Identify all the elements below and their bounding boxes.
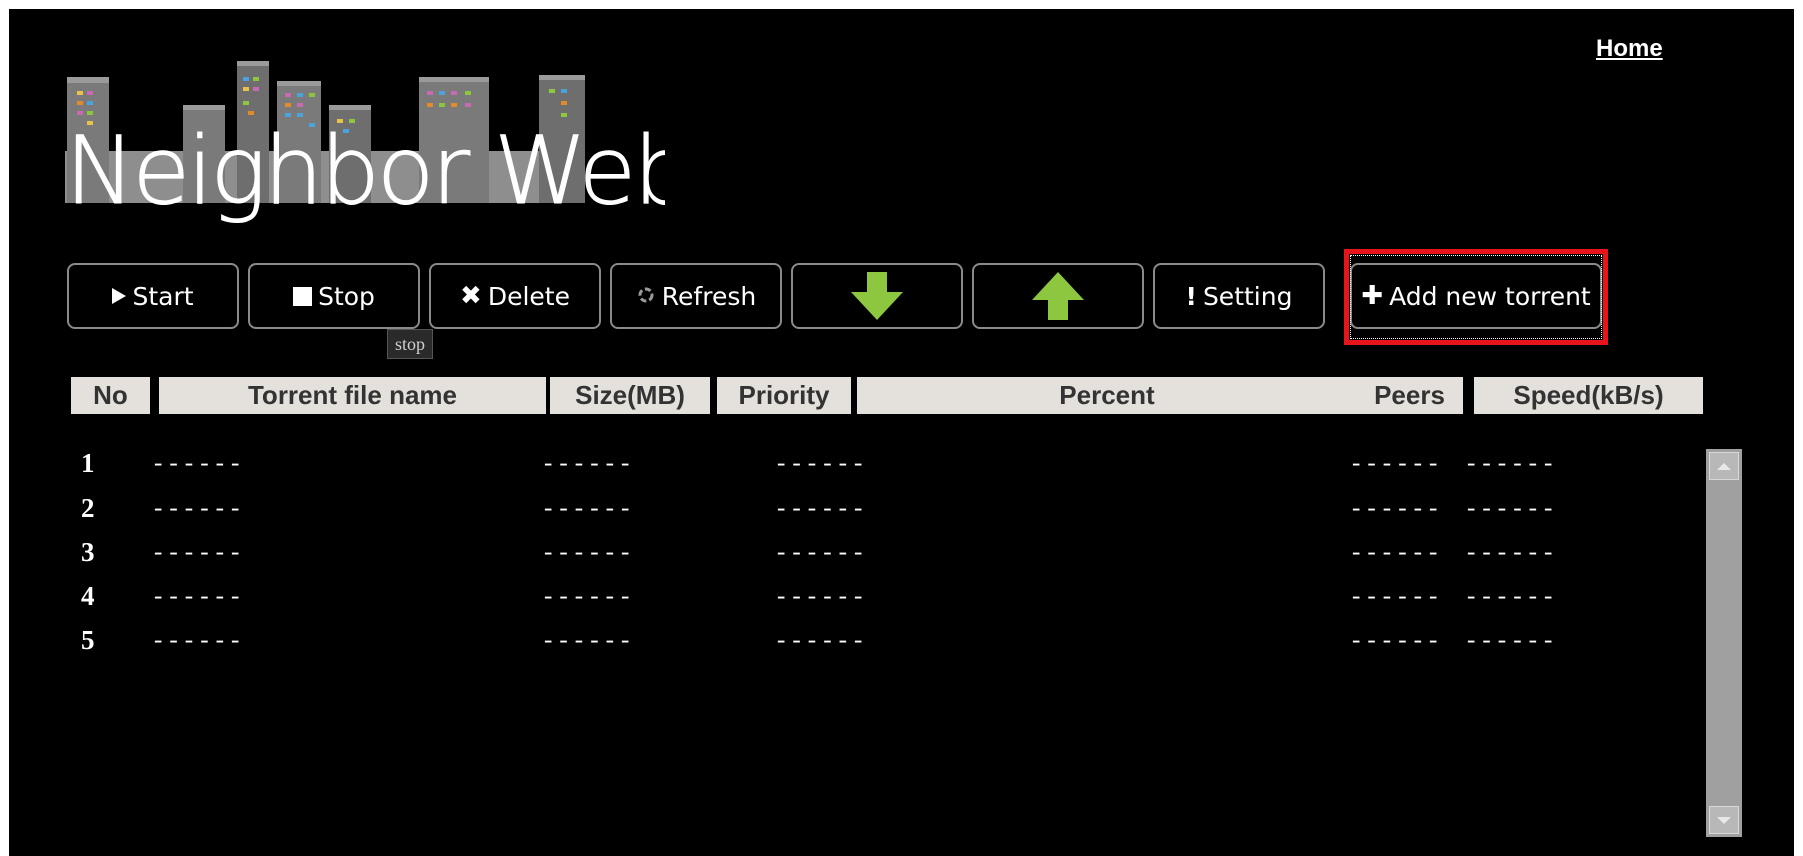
column-header-no: No (71, 377, 150, 414)
chevron-up-icon (1717, 462, 1731, 470)
row-peers: ------ (1349, 452, 1442, 479)
stop-tooltip: stop (387, 329, 433, 359)
row-speed: ------ (1464, 585, 1557, 612)
row-name: ------ (151, 629, 244, 656)
start-button[interactable]: Start (67, 263, 239, 329)
scroll-down-button[interactable] (1709, 806, 1739, 834)
setting-button[interactable]: ! Setting (1153, 263, 1325, 329)
stop-button[interactable]: Stop (248, 263, 420, 329)
neighbor-web-logo: Neighbor Web (65, 61, 665, 227)
arrow-down-icon (851, 272, 903, 320)
exclamation-icon: ! (1185, 281, 1197, 311)
row-peers: ------ (1349, 497, 1442, 524)
row-number: 2 (81, 493, 95, 523)
logo-text: Neighbor Web (65, 117, 665, 226)
scroll-track[interactable] (1706, 485, 1742, 801)
row-speed: ------ (1464, 541, 1557, 568)
row-peers: ------ (1349, 585, 1442, 612)
row-speed: ------ (1464, 629, 1557, 656)
move-down-button[interactable] (791, 263, 963, 329)
scroll-up-button[interactable] (1709, 452, 1739, 480)
row-peers: ------ (1349, 541, 1442, 568)
row-peers: ------ (1349, 629, 1442, 656)
column-header-peers: Peers (1356, 377, 1463, 414)
row-name: ------ (151, 497, 244, 524)
row-number: 1 (81, 448, 95, 478)
row-speed: ------ (1464, 452, 1557, 479)
row-size: ------ (541, 497, 634, 524)
arrow-up-icon (1032, 272, 1084, 320)
column-header-name: Torrent file name (159, 377, 546, 414)
delete-icon: ✖ (460, 281, 482, 311)
row-number: 3 (81, 537, 95, 567)
row-priority: ------ (774, 541, 867, 568)
row-number: 4 (81, 581, 95, 611)
home-link[interactable]: Home (1596, 35, 1663, 63)
chevron-down-icon (1717, 816, 1731, 824)
row-size: ------ (541, 629, 634, 656)
row-priority: ------ (774, 497, 867, 524)
row-priority: ------ (774, 629, 867, 656)
row-size: ------ (541, 585, 634, 612)
highlight-box (1344, 249, 1608, 345)
column-header-speed: Speed(kB/s) (1474, 377, 1703, 414)
row-speed: ------ (1464, 497, 1557, 524)
app-frame: Home Neighbor Web Start Stop ✖ Delete Re… (9, 9, 1794, 856)
row-name: ------ (151, 541, 244, 568)
play-icon (112, 288, 127, 304)
column-header-size: Size(MB) (550, 377, 710, 414)
row-number: 5 (81, 625, 95, 655)
row-name: ------ (151, 585, 244, 612)
row-size: ------ (541, 541, 634, 568)
vertical-scrollbar[interactable] (1706, 449, 1742, 837)
column-header-priority: Priority (717, 377, 851, 414)
row-priority: ------ (774, 585, 867, 612)
row-priority: ------ (774, 452, 867, 479)
column-header-percent: Percent (857, 377, 1357, 414)
row-size: ------ (541, 452, 634, 479)
stop-icon (293, 286, 313, 306)
move-up-button[interactable] (972, 263, 1144, 329)
row-name: ------ (151, 452, 244, 479)
delete-button[interactable]: ✖ Delete (429, 263, 601, 329)
refresh-icon (636, 282, 656, 311)
refresh-button[interactable]: Refresh (610, 263, 782, 329)
